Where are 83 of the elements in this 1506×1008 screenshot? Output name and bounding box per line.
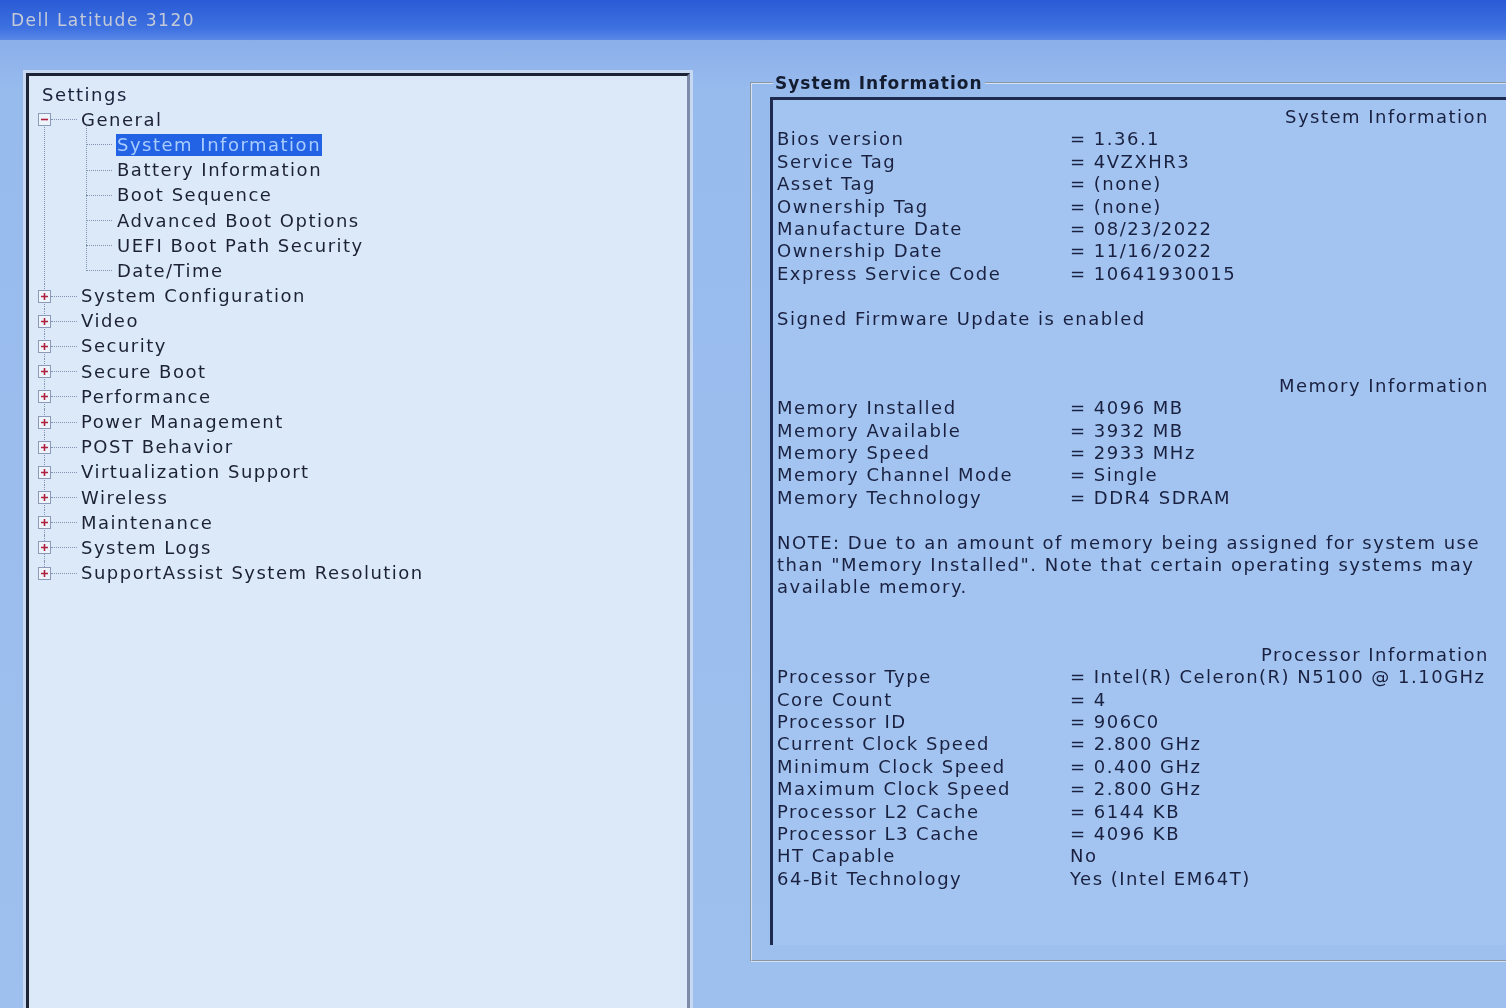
- field-value: = 4096 KB: [1070, 822, 1180, 846]
- field-label: Bios version: [777, 128, 905, 151]
- field-value: = 2.800 GHz: [1070, 733, 1202, 756]
- field-label: Memory Speed: [777, 442, 931, 465]
- field-value: = 4: [1070, 688, 1107, 711]
- field-value: = 2933 MHz: [1070, 442, 1196, 465]
- tree-item[interactable]: Video: [80, 310, 140, 333]
- field-label: 64-Bit Technology: [777, 867, 963, 891]
- expand-icon[interactable]: [38, 491, 51, 505]
- field-value: = 1.36.1: [1070, 128, 1161, 151]
- field-label: Minimum Clock Speed: [777, 755, 1006, 779]
- field-value: = 906C0: [1070, 710, 1160, 734]
- field-value: = 08/23/2022: [1070, 218, 1213, 241]
- field-value: = DDR4 SDRAM: [1070, 486, 1232, 510]
- note-text: NOTE: Due to an amount of memory being assigned for system use than "Memory Installed". Note that certain operating systems may available memory.: [777, 531, 1481, 599]
- field-label: Ownership Date: [777, 240, 943, 263]
- field-value: = Intel(R) Celeron(R) N5100 @ 1.10GHz: [1070, 666, 1486, 689]
- field-label: Memory Available: [777, 419, 962, 443]
- expand-icon[interactable]: [38, 390, 51, 404]
- field-value: Yes (Intel EM64T): [1070, 867, 1251, 891]
- tree-item[interactable]: Maintenance: [80, 511, 215, 534]
- expand-icon[interactable]: [38, 566, 51, 580]
- window-title: Dell Latitude 3120: [11, 10, 196, 30]
- section-heading: Processor Information: [1259, 643, 1489, 667]
- field-value: = 4VZXHR3: [1070, 150, 1191, 174]
- field-label: HT Capable: [777, 845, 896, 868]
- field-label: Memory Channel Mode: [777, 464, 1014, 487]
- expand-icon[interactable]: [38, 289, 51, 303]
- tree-item[interactable]: Wireless: [80, 486, 170, 509]
- tree-item[interactable]: Performance: [80, 385, 213, 408]
- field-label: Processor L3 Cache: [777, 822, 980, 846]
- tree-item[interactable]: Security: [80, 335, 168, 358]
- field-value: No: [1070, 845, 1098, 868]
- tree-item[interactable]: Secure Boot: [80, 360, 208, 383]
- field-label: Maximum Clock Speed: [777, 778, 1011, 801]
- expand-icon[interactable]: [38, 465, 51, 479]
- tree-item[interactable]: Advanced Boot Options: [116, 209, 361, 232]
- field-value: = 4096 MB: [1070, 397, 1184, 420]
- tree-item[interactable]: Boot Sequence: [116, 184, 274, 207]
- field-label: Express Service Code: [777, 262, 1002, 286]
- field-value: = 11/16/2022: [1070, 240, 1213, 263]
- field-value: = 0.400 GHz: [1070, 755, 1202, 779]
- field-label: Processor Type: [777, 666, 932, 689]
- tree-title: Settings: [41, 83, 129, 107]
- expand-icon[interactable]: [38, 415, 51, 429]
- field-value: = 6144 KB: [1070, 800, 1180, 823]
- field-value: = (none): [1070, 173, 1162, 196]
- expand-icon[interactable]: [38, 314, 51, 328]
- tree-item[interactable]: Power Management: [80, 411, 285, 434]
- field-value: = (none): [1070, 195, 1162, 219]
- field-label: Processor ID: [777, 710, 907, 734]
- tree-item[interactable]: POST Behavior: [80, 436, 235, 459]
- expand-icon[interactable]: [38, 440, 51, 454]
- tree-item[interactable]: Battery Information: [116, 159, 324, 182]
- collapse-icon[interactable]: [38, 113, 51, 127]
- tree-item[interactable]: General: [80, 108, 164, 131]
- field-value: = 10641930015: [1070, 262, 1237, 286]
- field-label: Service Tag: [777, 150, 897, 174]
- field-label: Ownership Tag: [777, 195, 929, 219]
- tree-item[interactable]: Virtualization Support: [80, 461, 311, 484]
- tree-item[interactable]: SupportAssist System Resolution: [80, 562, 425, 585]
- tree-item[interactable]: System Logs: [80, 537, 213, 559]
- tree-item[interactable]: Date/Time: [116, 259, 225, 282]
- group-title: System Information: [774, 72, 984, 94]
- field-value: = 2.800 GHz: [1070, 778, 1202, 801]
- field-value: = 3932 MB: [1070, 419, 1184, 443]
- expand-icon[interactable]: [38, 365, 51, 379]
- section-heading: Memory Information: [1277, 374, 1489, 398]
- note-text: Signed Firmware Update is enabled: [777, 307, 1147, 331]
- expand-icon[interactable]: [38, 340, 51, 353]
- field-label: Core Count: [777, 688, 893, 711]
- field-label: Current Clock Speed: [777, 733, 990, 756]
- field-label: Memory Technology: [777, 486, 983, 510]
- expand-icon[interactable]: [38, 541, 51, 555]
- field-value: = Single: [1070, 464, 1159, 487]
- field-label: Manufacture Date: [777, 218, 963, 241]
- tree-item[interactable]: UEFI Boot Path Security: [116, 234, 365, 257]
- field-label: Processor L2 Cache: [777, 800, 980, 823]
- expand-icon[interactable]: [38, 516, 51, 530]
- field-label: Memory Installed: [777, 397, 957, 420]
- tree-item[interactable]: System Configuration: [80, 285, 307, 308]
- field-label: Asset Tag: [777, 173, 876, 196]
- section-heading: System Information: [1283, 106, 1489, 129]
